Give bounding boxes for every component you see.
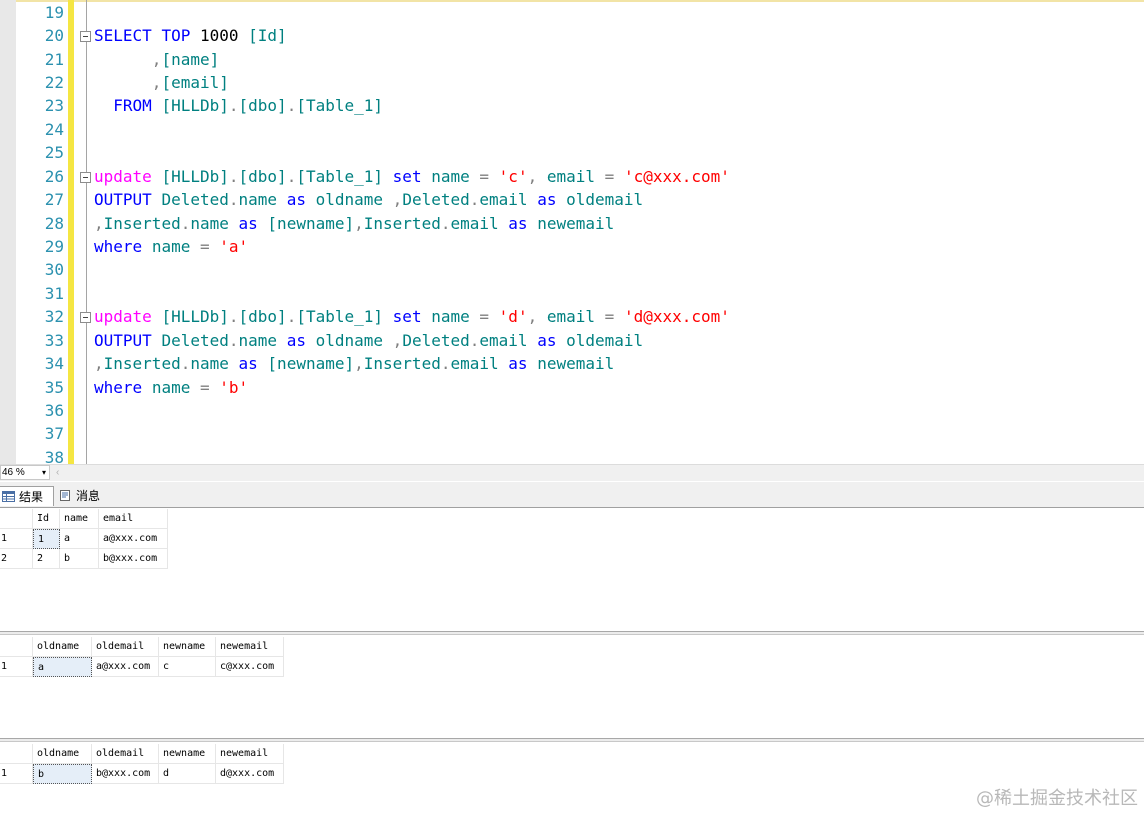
table-cell[interactable]: 2: [33, 549, 60, 569]
watermark: @稀土掘金技术社区: [976, 788, 1138, 809]
column-header[interactable]: Id: [33, 509, 60, 529]
code-line: where name = 'b': [94, 378, 249, 397]
grid-icon: [2, 491, 15, 502]
line-number: 32: [44, 307, 64, 326]
tab-messages[interactable]: 消息: [56, 486, 108, 506]
row-number[interactable]: 2: [0, 549, 33, 569]
line-number: 25: [44, 143, 64, 162]
column-header[interactable]: newname: [159, 744, 216, 764]
line-number: 36: [44, 401, 64, 420]
row-number[interactable]: 1: [0, 764, 33, 784]
table-cell-selected[interactable]: 1: [33, 529, 60, 549]
line-number: 37: [44, 424, 64, 443]
column-header[interactable]: email: [99, 509, 168, 529]
line-number: 34: [44, 354, 64, 373]
code-line: update [HLLDb].[dbo].[Table_1] set name …: [94, 167, 730, 186]
code-line: where name = 'a': [94, 237, 249, 256]
code-line: ,[name]: [151, 50, 220, 69]
column-header[interactable]: name: [60, 509, 99, 529]
line-number: 22: [44, 73, 64, 92]
column-header[interactable]: newemail: [216, 637, 284, 657]
table-cell[interactable]: d: [159, 764, 216, 784]
zoom-bar: 46 % ▾ ‹: [0, 464, 1144, 481]
grid-splitter[interactable]: [0, 631, 1144, 635]
column-header[interactable]: newemail: [216, 744, 284, 764]
table-cell[interactable]: a@xxx.com: [92, 657, 159, 677]
table-cell[interactable]: b: [60, 549, 99, 569]
message-icon: [60, 490, 70, 501]
row-header-corner: [0, 637, 33, 657]
collapse-icon[interactable]: [80, 31, 91, 42]
line-number: 33: [44, 331, 64, 350]
zoom-value: 46 %: [2, 467, 25, 478]
collapse-icon[interactable]: [80, 312, 91, 323]
column-header[interactable]: oldname: [33, 744, 92, 764]
result-tabs: 结果 消息: [0, 482, 1144, 508]
change-tracking-bar: [68, 0, 74, 464]
code-line: ,Inserted.name as [newname],Inserted.ema…: [94, 354, 615, 373]
tab-messages-label: 消息: [76, 489, 101, 503]
column-header[interactable]: oldemail: [92, 744, 159, 764]
editor-top-border: [0, 0, 1144, 2]
table-cell[interactable]: c: [159, 657, 216, 677]
table-cell[interactable]: b@xxx.com: [99, 549, 168, 569]
table-cell-selected[interactable]: b: [33, 764, 92, 784]
line-number: 30: [44, 260, 64, 279]
outline-line: [86, 0, 87, 464]
line-number: 19: [44, 3, 64, 22]
editor-gutter: [0, 0, 16, 464]
code-line: OUTPUT Deleted.name as oldname ,Deleted.…: [94, 190, 644, 209]
table-cell[interactable]: c@xxx.com: [216, 657, 284, 677]
chevron-down-icon: ▾: [41, 468, 46, 477]
collapse-icon[interactable]: [80, 172, 91, 183]
sql-editor[interactable]: 19 20 21 22 23 24 25 26 27 28 29 30 31 3…: [0, 0, 1144, 464]
line-number: 35: [44, 378, 64, 397]
row-header-corner: [0, 744, 33, 764]
table-cell[interactable]: a: [60, 529, 99, 549]
line-number: 31: [44, 284, 64, 303]
code-line: update [HLLDb].[dbo].[Table_1] set name …: [94, 307, 730, 326]
row-number[interactable]: 1: [0, 657, 33, 677]
line-number: 21: [44, 50, 64, 69]
tab-results[interactable]: 结果: [0, 486, 54, 506]
line-number: 28: [44, 214, 64, 233]
line-number: 29: [44, 237, 64, 256]
line-number: 26: [44, 167, 64, 186]
code-line: ,Inserted.name as [newname],Inserted.ema…: [94, 214, 615, 233]
row-header-corner: [0, 509, 33, 529]
table-cell[interactable]: d@xxx.com: [216, 764, 284, 784]
line-numbers: 19 20 21 22 23 24 25 26 27 28 29 30 31 3…: [16, 0, 66, 464]
column-header[interactable]: oldname: [33, 637, 92, 657]
column-header[interactable]: newname: [159, 637, 216, 657]
code-line: ,[email]: [151, 73, 229, 92]
line-number: 20: [44, 26, 64, 45]
scroll-left-icon[interactable]: ‹: [56, 465, 59, 480]
line-number: 38: [44, 448, 64, 464]
column-header[interactable]: oldemail: [92, 637, 159, 657]
code-line: SELECT TOP 1000 [Id]: [94, 26, 287, 45]
code-line: FROM [HLLDb].[dbo].[Table_1]: [113, 96, 384, 115]
line-number: 23: [44, 96, 64, 115]
table-cell-selected[interactable]: a: [33, 657, 92, 677]
code-line: OUTPUT Deleted.name as oldname ,Deleted.…: [94, 331, 644, 350]
line-number: 27: [44, 190, 64, 209]
table-cell[interactable]: a@xxx.com: [99, 529, 168, 549]
zoom-dropdown[interactable]: 46 % ▾: [0, 465, 50, 480]
row-number[interactable]: 1: [0, 529, 33, 549]
grid-splitter[interactable]: [0, 738, 1144, 742]
tab-results-label: 结果: [19, 490, 44, 504]
table-cell[interactable]: b@xxx.com: [92, 764, 159, 784]
line-number: 24: [44, 120, 64, 139]
